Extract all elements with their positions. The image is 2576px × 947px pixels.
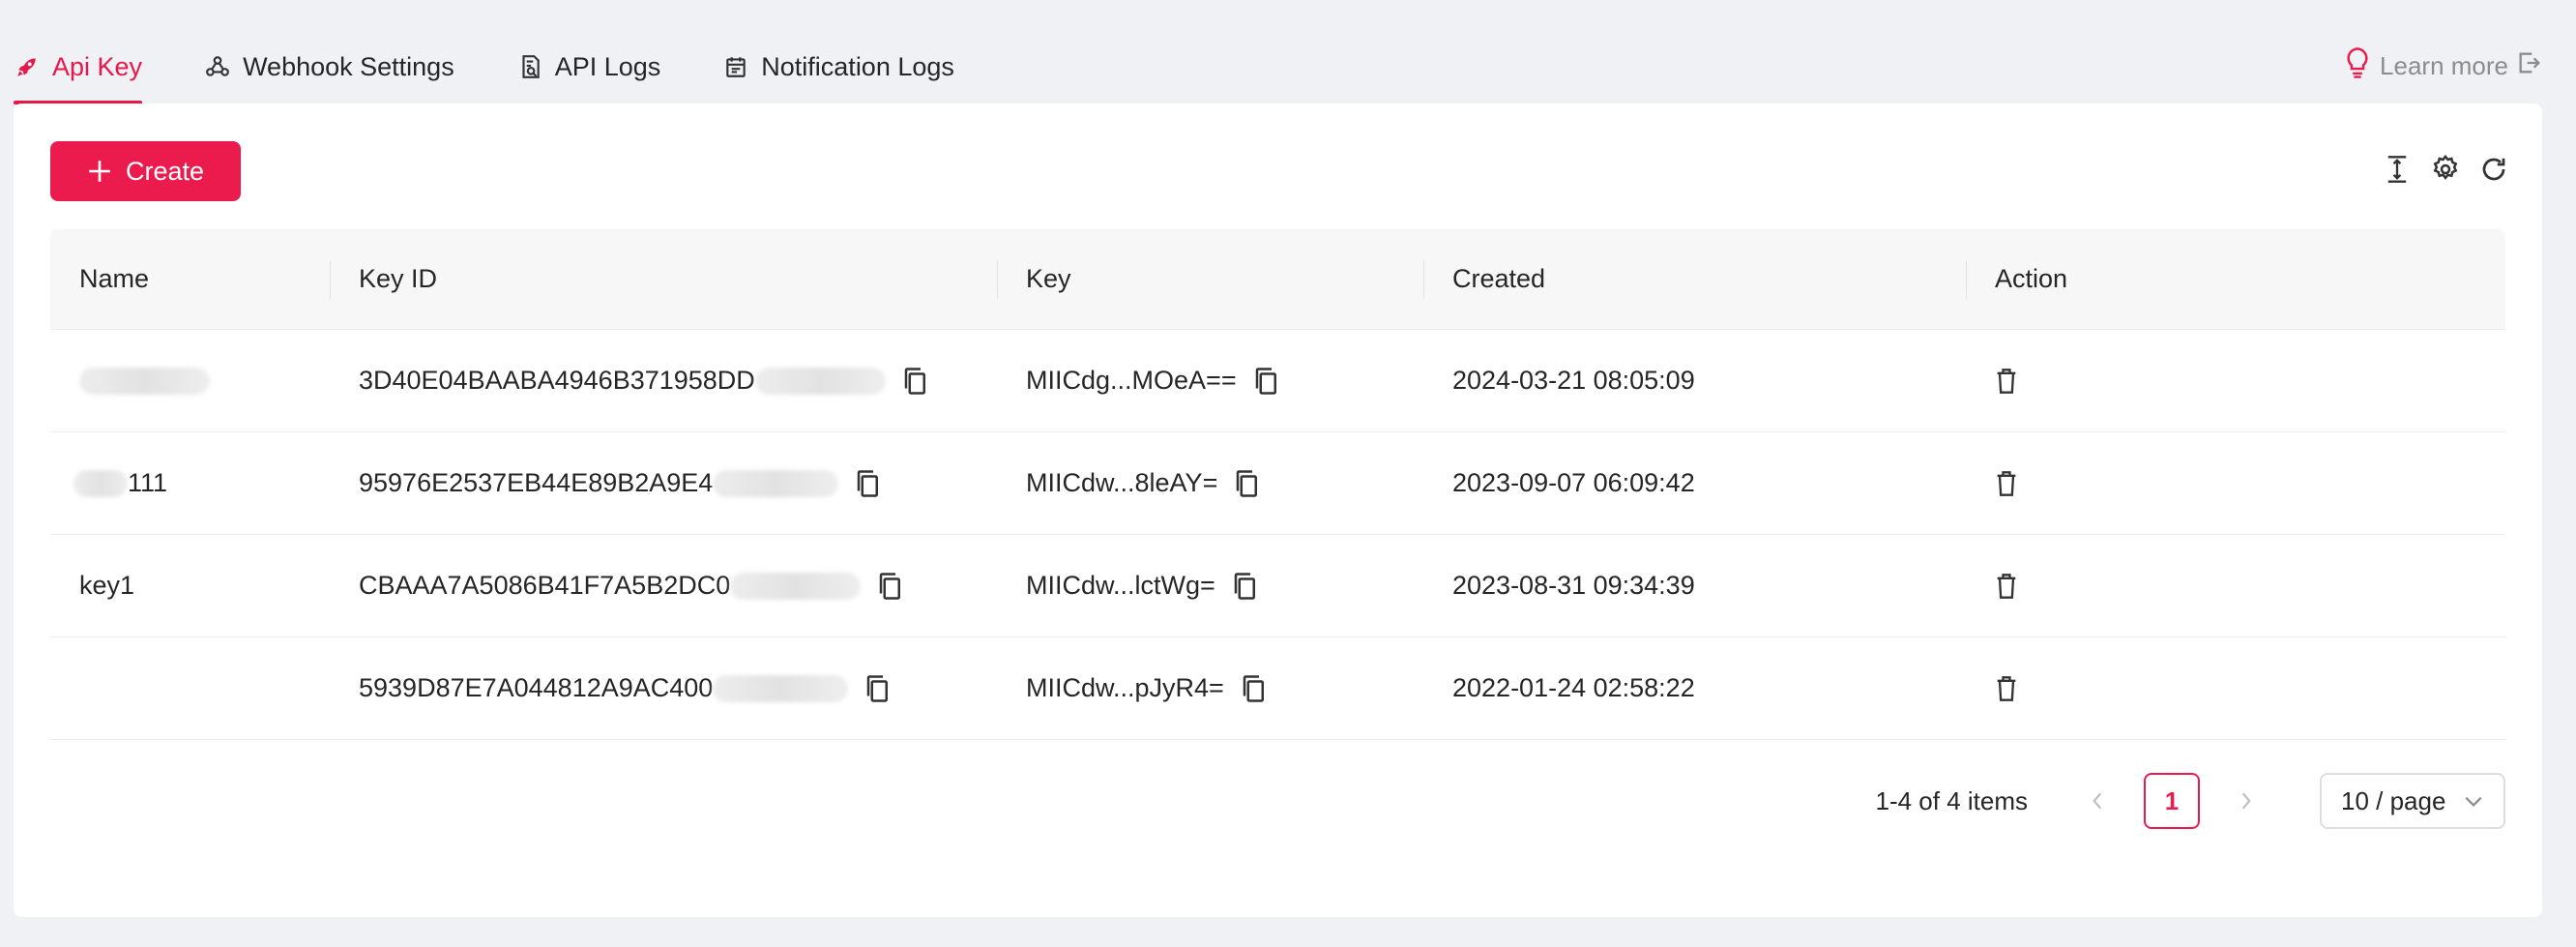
key-text: MIICdw...pJyR4= <box>1026 673 1224 702</box>
column-header-key-id: Key ID <box>330 229 997 329</box>
name-text: 111 <box>128 468 168 497</box>
pagination-total: 1-4 of 4 items <box>1875 785 2028 815</box>
cell-name: 111 <box>50 432 330 534</box>
chevron-left-icon[interactable] <box>2082 785 2113 816</box>
table-row: key1 CBAAA7A5086B41F7A5B2DC0 MIICdw...lc… <box>50 535 2505 637</box>
cell-key-id: CBAAA7A5086B41F7A5B2DC0 <box>330 535 997 636</box>
tab-api-logs[interactable]: API Logs <box>516 39 661 95</box>
cell-key-id: 3D40E04BAABA4946B371958DD <box>330 330 997 431</box>
tab-webhook-settings[interactable]: Webhook Settings <box>204 39 454 95</box>
key-text: MIICdw...lctWg= <box>1026 571 1215 600</box>
cell-key-id: 5939D87E7A044812A9AC400 <box>330 637 997 739</box>
cell-created: 2024-03-21 08:05:09 <box>1452 366 1695 395</box>
table-toolbar <box>2364 154 2509 185</box>
redacted-text <box>730 572 862 600</box>
external-exit-icon <box>2508 49 2543 83</box>
cell-name <box>50 637 330 739</box>
delete-icon[interactable] <box>1995 573 2018 600</box>
column-header-action: Action <box>1966 229 2505 329</box>
copy-icon[interactable] <box>878 572 903 601</box>
pagination: 1-4 of 4 items 1 10 / page <box>1875 773 2505 829</box>
key-id-text: CBAAA7A5086B41F7A5B2DC0 <box>359 571 731 600</box>
cell-action <box>1966 432 2505 534</box>
key-text: MIICdw...8leAY= <box>1026 468 1218 497</box>
column-header-key: Key <box>997 229 1423 329</box>
delete-icon[interactable] <box>1995 470 2018 497</box>
copy-icon[interactable] <box>1242 674 1267 703</box>
cell-key: MIICdw...8leAY= <box>997 432 1423 534</box>
table-row: 3D40E04BAABA4946B371958DD MIICdg...MOeA=… <box>50 330 2505 432</box>
cell-key: MIICdw...pJyR4= <box>997 637 1423 739</box>
create-button[interactable]: Create <box>50 141 241 201</box>
page-size-select[interactable]: 10 / page <box>2320 773 2505 829</box>
copy-icon[interactable] <box>1233 572 1258 601</box>
tab-label: Notification Logs <box>761 51 954 81</box>
learn-more-link[interactable]: Learn more <box>2343 46 2543 86</box>
cell-name: key1 <box>50 535 330 636</box>
create-label: Create <box>125 156 205 186</box>
redacted-text <box>79 367 210 395</box>
tab-bar: Api Key Webhook Settings API Logs Notifi… <box>14 39 1016 104</box>
cell-action <box>1966 330 2505 431</box>
plus-icon <box>89 161 110 182</box>
cell-created: 2022-01-24 02:58:22 <box>1452 673 1695 702</box>
chevron-right-icon[interactable] <box>2231 785 2262 816</box>
page-number-button[interactable]: 1 <box>2144 773 2200 829</box>
copy-icon[interactable] <box>903 367 928 396</box>
table-header: Name Key ID Key Created Action <box>50 229 2505 330</box>
tab-api-key[interactable]: Api Key <box>14 39 143 104</box>
table-row: 5939D87E7A044812A9AC400 MIICdw...pJyR4= … <box>50 637 2505 740</box>
lightbulb-icon <box>2343 46 2380 86</box>
key-id-text: 95976E2537EB44E89B2A9E4 <box>359 468 714 497</box>
column-header-name: Name <box>79 264 150 293</box>
column-height-icon[interactable] <box>2382 154 2413 185</box>
calendar-icon <box>722 53 749 80</box>
delete-icon[interactable] <box>1995 368 2018 395</box>
learn-more-label: Learn more <box>2380 51 2508 80</box>
table-row: 111 95976E2537EB44E89B2A9E4 MIICdw...8le… <box>50 432 2505 535</box>
redacted-text <box>713 674 849 702</box>
column-header-created: Created <box>1423 229 1966 329</box>
webhook-icon <box>204 53 231 80</box>
cell-created: 2023-09-07 06:09:42 <box>1452 468 1695 497</box>
name-text: key1 <box>79 571 135 600</box>
reload-icon[interactable] <box>2478 154 2509 185</box>
cell-action <box>1966 535 2505 636</box>
delete-icon[interactable] <box>1995 675 2018 702</box>
redacted-text <box>754 367 886 395</box>
tab-label: API Logs <box>554 51 661 81</box>
chevron-down-icon <box>2465 796 2482 807</box>
copy-icon[interactable] <box>1254 367 1279 396</box>
copy-icon[interactable] <box>1235 469 1260 498</box>
cell-key-id: 95976E2537EB44E89B2A9E4 <box>330 432 997 534</box>
key-id-text: 5939D87E7A044812A9AC400 <box>359 673 714 702</box>
redacted-text <box>713 469 839 497</box>
settings-icon[interactable] <box>2430 154 2461 185</box>
cell-name <box>50 330 330 431</box>
api-key-table: Name Key ID Key Created Action 3D40E04BA… <box>50 229 2505 740</box>
log-search-icon <box>516 53 543 80</box>
key-id-text: 3D40E04BAABA4946B371958DD <box>359 366 755 395</box>
redacted-text <box>73 469 128 497</box>
rocket-icon <box>14 53 41 80</box>
cell-key: MIICdg...MOeA== <box>997 330 1423 431</box>
copy-icon[interactable] <box>856 469 881 498</box>
cell-action <box>1966 637 2505 739</box>
tab-label: Api Key <box>52 51 143 81</box>
copy-icon[interactable] <box>865 674 891 703</box>
cell-key: MIICdw...lctWg= <box>997 535 1423 636</box>
cell-created: 2023-08-31 09:34:39 <box>1452 571 1695 600</box>
api-key-card: Create Name Key ID Key Created Action 3D… <box>14 104 2542 917</box>
key-text: MIICdg...MOeA== <box>1026 366 1237 395</box>
tab-label: Webhook Settings <box>243 51 454 81</box>
tab-notification-logs[interactable]: Notification Logs <box>722 39 954 95</box>
page-size-value: 10 / page <box>2341 785 2446 815</box>
